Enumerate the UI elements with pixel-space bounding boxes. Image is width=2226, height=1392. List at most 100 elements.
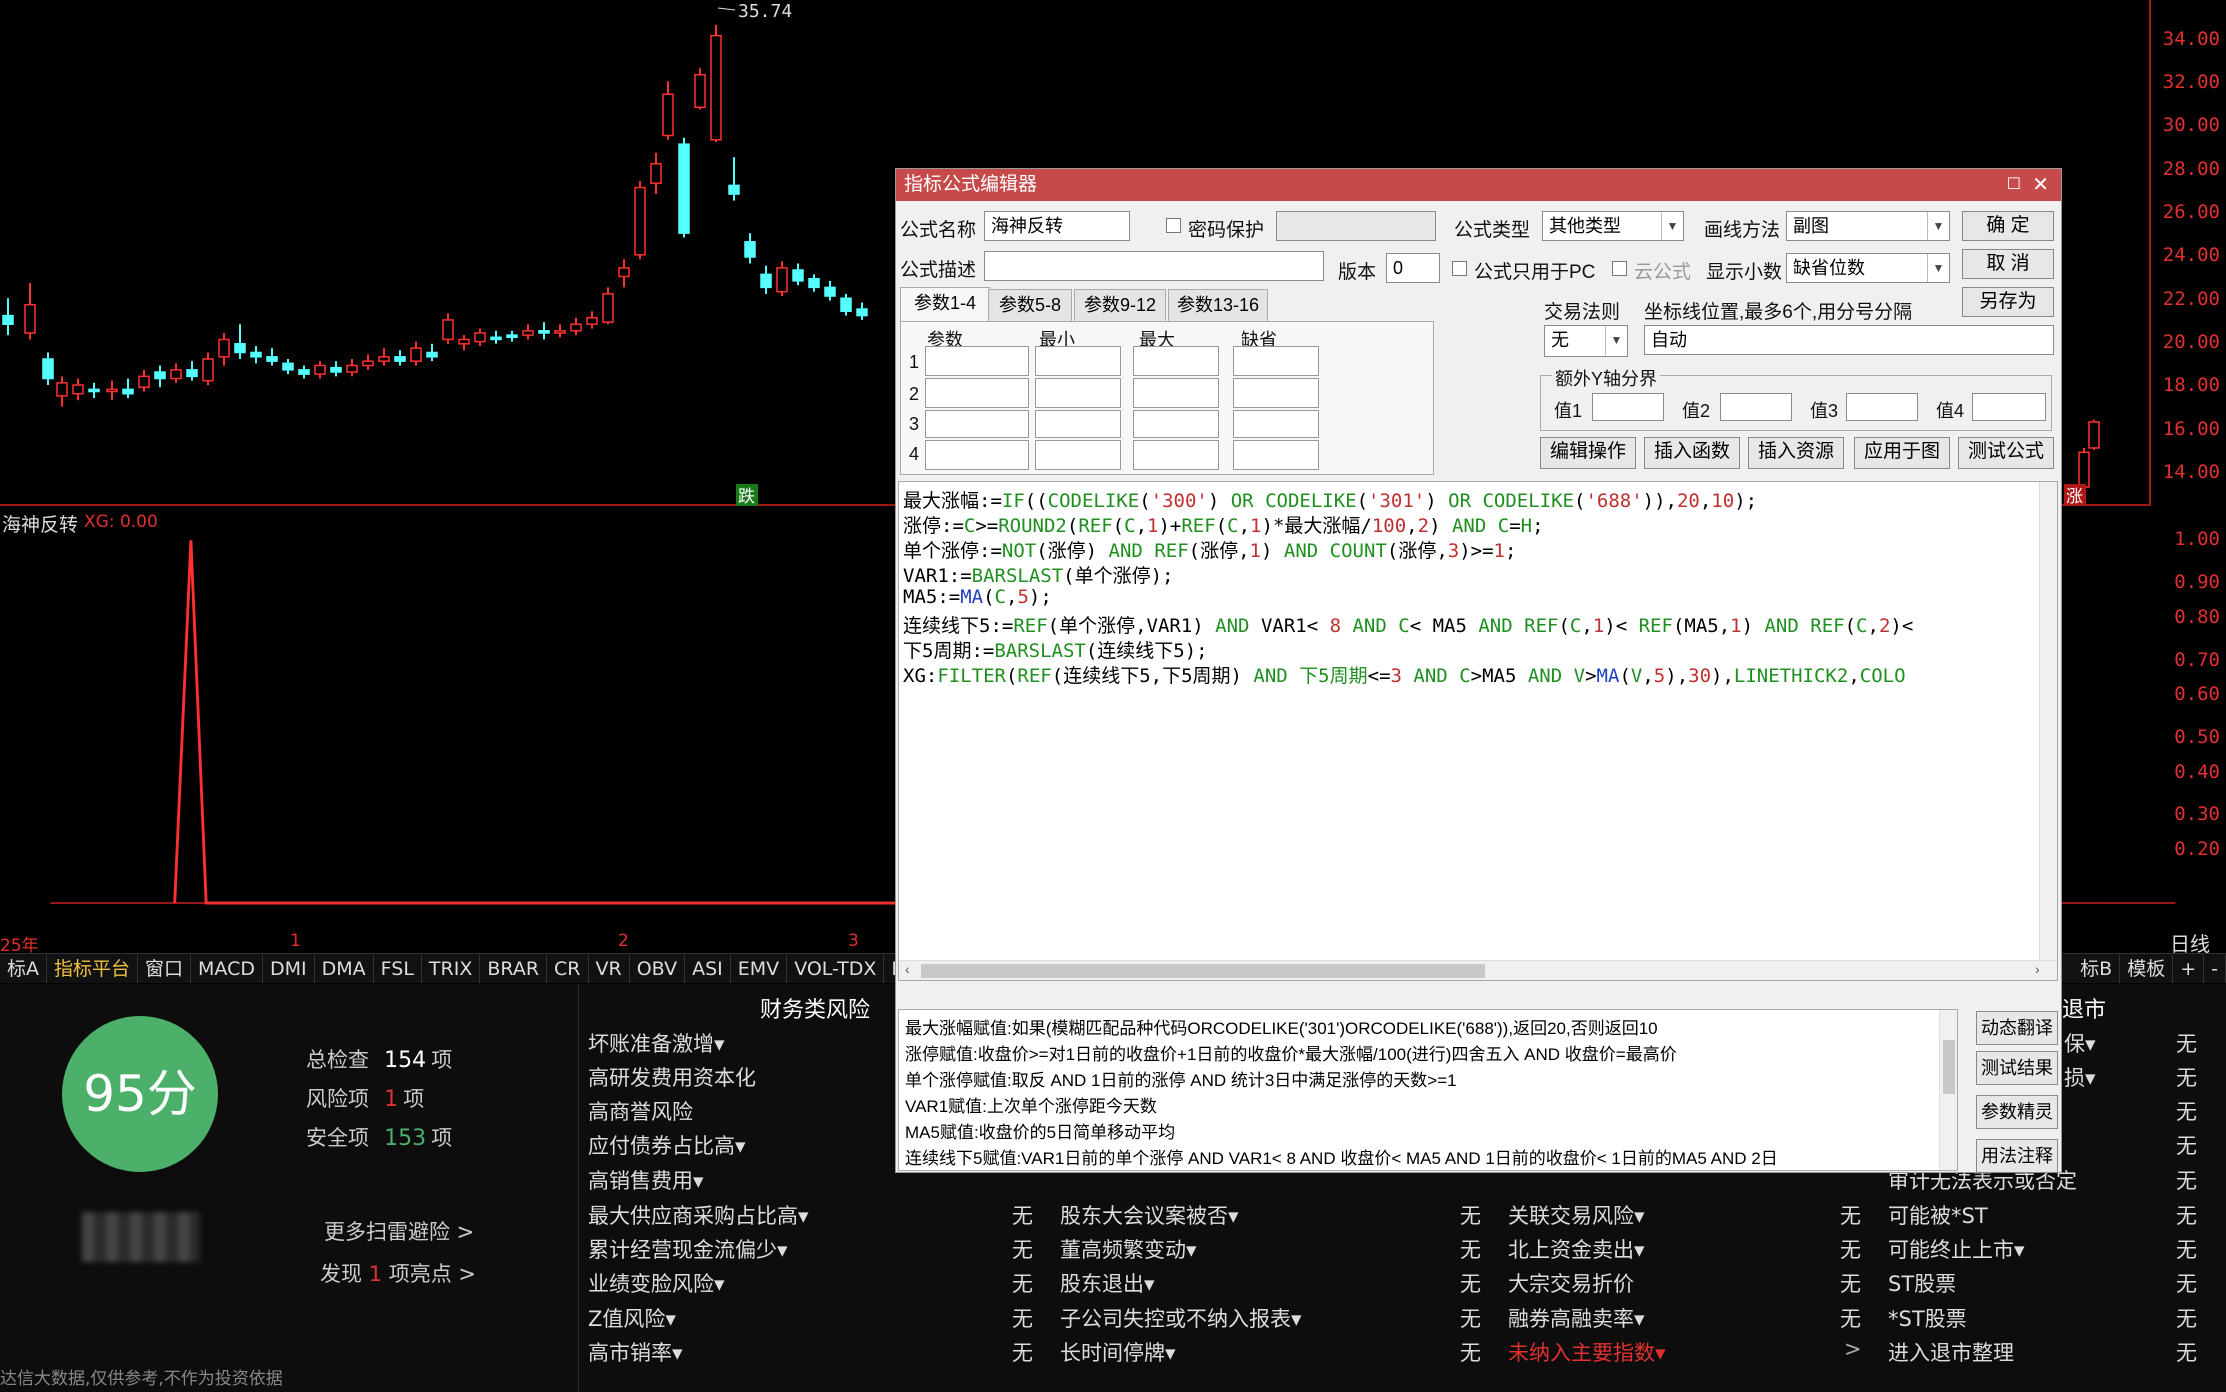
insert-resource-button[interactable]: 插入资源 <box>1748 437 1844 469</box>
risk-item[interactable]: 董高频繁变动▾ <box>1060 1234 1197 1264</box>
save-as-button[interactable]: 另存为 <box>1962 287 2054 317</box>
edit-operation-button[interactable]: 编辑操作 <box>1540 437 1636 469</box>
password-input[interactable] <box>1276 211 1436 241</box>
risk-item[interactable]: 股东大会议案被否▾ <box>1060 1200 1239 1230</box>
risk-item[interactable]: 股东退出▾ <box>1060 1268 1155 1298</box>
test-formula-button[interactable]: 测试公式 <box>1958 437 2054 469</box>
val3-input[interactable] <box>1846 393 1918 421</box>
risk-item[interactable]: 高销售费用▾ <box>588 1165 704 1195</box>
risk-item[interactable]: 可能被*ST <box>1888 1200 1988 1230</box>
code-vscrollbar[interactable] <box>2039 482 2057 960</box>
risk-item[interactable]: 最大供应商采购占比高▾ <box>588 1200 809 1230</box>
param-max-cell[interactable] <box>1133 378 1219 408</box>
risk-item[interactable]: 可能终止上市▾ <box>1888 1234 2025 1264</box>
test-result-button[interactable]: 测试结果 <box>1976 1051 2058 1085</box>
param-max-cell[interactable] <box>1133 440 1219 470</box>
tab-cr[interactable]: CR <box>547 954 589 983</box>
formula-type-select[interactable]: 其他类型 ▼ <box>1542 211 1684 241</box>
tab-vol-tdx[interactable]: VOL-TDX <box>787 954 885 983</box>
highlight-link[interactable]: 发现 1 项亮点 > <box>320 1258 476 1288</box>
tab-asi[interactable]: ASI <box>685 954 731 983</box>
param-name-cell[interactable] <box>925 440 1029 470</box>
tab-macd[interactable]: MACD <box>191 954 263 983</box>
draw-method-select[interactable]: 副图 ▼ <box>1786 211 1950 241</box>
tab-dma[interactable]: DMA <box>315 954 374 983</box>
risk-item[interactable]: 损▾ <box>2064 1062 2096 1092</box>
risk-expand-arrow[interactable]: > <box>1844 1337 1862 1361</box>
cloud-formula-checkbox[interactable] <box>1612 261 1627 276</box>
tab-minus-button[interactable]: - <box>2204 954 2226 983</box>
param-default-cell[interactable] <box>1233 410 1319 438</box>
dialog-title-bar[interactable]: 指标公式编辑器 ☐ ✕ <box>896 169 2061 201</box>
cancel-button[interactable]: 取 消 <box>1962 249 2054 279</box>
risk-item[interactable]: 业绩变脸风险▾ <box>588 1268 725 1298</box>
risk-item[interactable]: 长时间停牌▾ <box>1060 1337 1176 1367</box>
param-min-cell[interactable] <box>1035 378 1121 408</box>
tab-indicator-platform[interactable]: 指标平台 <box>47 954 139 983</box>
risk-item[interactable]: Z值风险▾ <box>588 1303 676 1333</box>
password-checkbox[interactable] <box>1166 218 1181 233</box>
version-input[interactable]: 0 <box>1386 253 1440 283</box>
val1-input[interactable] <box>1592 393 1664 421</box>
risk-item[interactable]: 融券高融卖率▾ <box>1508 1303 1645 1333</box>
ok-button[interactable]: 确 定 <box>1962 211 2054 241</box>
param-name-cell[interactable] <box>925 410 1029 438</box>
param-max-cell[interactable] <box>1133 410 1219 438</box>
risk-item[interactable]: 坏账准备激增▾ <box>588 1028 725 1058</box>
formula-desc-input[interactable] <box>984 251 1324 281</box>
trade-rule-select[interactable]: 无 ▼ <box>1544 325 1628 357</box>
risk-item[interactable]: 高研发费用资本化 <box>588 1062 756 1092</box>
scroll-right-icon[interactable]: › <box>2035 961 2040 977</box>
coord-input[interactable]: 自动 <box>1644 325 2054 355</box>
risk-item[interactable]: 累计经营现金流偏少▾ <box>588 1234 788 1264</box>
tab-vr[interactable]: VR <box>589 954 630 983</box>
hscroll-thumb[interactable] <box>921 964 1485 978</box>
usage-notes-button[interactable]: 用法注释 <box>1976 1139 2058 1173</box>
dynamic-translate-button[interactable]: 动态翻译 <box>1976 1011 2058 1045</box>
risk-item-flagged[interactable]: 未纳入主要指数▾ <box>1508 1337 1666 1367</box>
pc-only-checkbox[interactable] <box>1452 261 1467 276</box>
param-default-cell[interactable] <box>1233 346 1319 376</box>
val4-input[interactable] <box>1972 393 2046 421</box>
risk-item[interactable]: 高商誉风险 <box>588 1096 693 1126</box>
tab-plus-button[interactable]: + <box>2173 954 2205 983</box>
risk-item[interactable]: ST股票 <box>1888 1268 1956 1298</box>
tab-fsl[interactable]: FSL <box>374 954 422 983</box>
param-name-cell[interactable] <box>925 378 1029 408</box>
tab-obv[interactable]: OBV <box>630 954 686 983</box>
param-min-cell[interactable] <box>1035 440 1121 470</box>
param-name-cell[interactable] <box>925 346 1029 376</box>
param-default-cell[interactable] <box>1233 378 1319 408</box>
tab-params-13-16[interactable]: 参数13-16 <box>1168 289 1268 321</box>
tab-template[interactable]: 模板 <box>2120 954 2174 983</box>
risk-item[interactable]: 关联交易风险▾ <box>1508 1200 1645 1230</box>
decimals-select[interactable]: 缺省位数 ▼ <box>1786 253 1950 283</box>
risk-item[interactable]: 高市销率▾ <box>588 1337 683 1367</box>
apply-to-chart-button[interactable]: 应用于图 <box>1854 437 1950 469</box>
risk-item[interactable]: 大宗交易折价 <box>1508 1268 1634 1298</box>
explain-scrollbar[interactable] <box>1939 1010 1957 1170</box>
tab-brar[interactable]: BRAR <box>480 954 548 983</box>
tab-params-1-4[interactable]: 参数1-4 <box>900 287 990 321</box>
tab-left-fragment[interactable]: 标A <box>0 954 47 983</box>
scroll-left-icon[interactable]: ‹ <box>905 961 910 977</box>
formula-name-input[interactable]: 海神反转 <box>984 211 1130 241</box>
code-hscrollbar[interactable]: ‹ › <box>899 960 2057 980</box>
risk-item[interactable]: 应付债券占比高▾ <box>588 1130 746 1160</box>
maximize-icon[interactable]: ☐ <box>2007 169 2021 201</box>
risk-item[interactable]: 北上资金卖出▾ <box>1508 1234 1645 1264</box>
tab-window[interactable]: 窗口 <box>138 954 192 983</box>
formula-code-editor[interactable]: 最大涨幅:=IF((CODELIKE('300') OR CODELIKE('3… <box>898 481 2058 981</box>
risk-item[interactable]: *ST股票 <box>1888 1303 1967 1333</box>
tab-dmi[interactable]: DMI <box>263 954 315 983</box>
tab-right-b[interactable]: 标B <box>2073 954 2121 983</box>
val2-input[interactable] <box>1720 393 1792 421</box>
param-max-cell[interactable] <box>1133 346 1219 376</box>
more-scan-link[interactable]: 更多扫雷避险 > <box>324 1216 474 1246</box>
close-icon[interactable]: ✕ <box>2032 169 2049 201</box>
tab-trix[interactable]: TRIX <box>422 954 481 983</box>
param-min-cell[interactable] <box>1035 410 1121 438</box>
risk-item[interactable]: 进入退市整理 <box>1888 1337 2014 1367</box>
risk-item[interactable]: 子公司失控或不纳入报表▾ <box>1060 1303 1302 1333</box>
tab-emv[interactable]: EMV <box>731 954 788 983</box>
